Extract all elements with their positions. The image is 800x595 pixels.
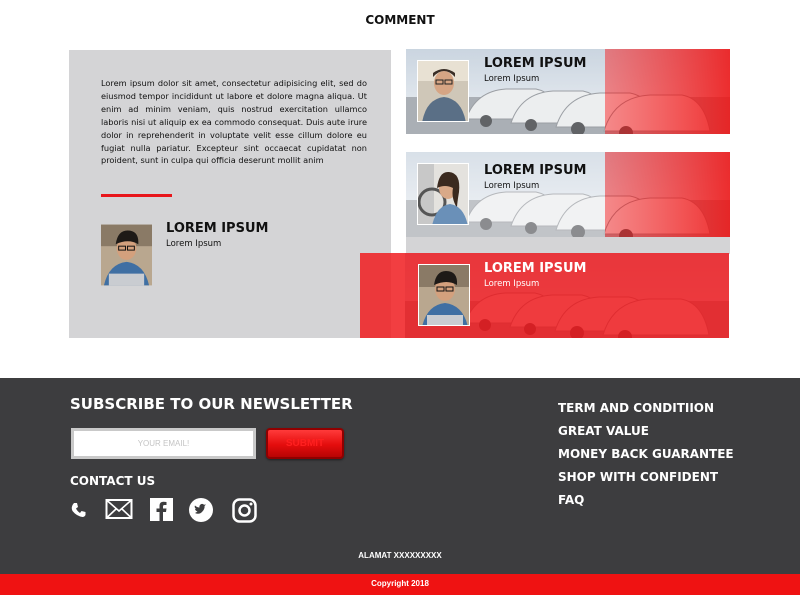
newsletter-title: SUBSCRIBE TO OUR NEWSLETTER xyxy=(70,395,353,413)
footer-links: TERM AND CONDITIION GREAT VALUE MONEY BA… xyxy=(558,400,734,515)
card-subtitle: Lorem Ipsum xyxy=(484,74,540,84)
contact-title: CONTACT US xyxy=(70,474,156,488)
comment-text: Lorem ipsum dolor sit amet, consectetur … xyxy=(101,78,367,166)
testimonial-card[interactable]: LOREM IPSUM Lorem Ipsum xyxy=(406,49,730,134)
mail-icon[interactable] xyxy=(105,498,133,520)
avatar xyxy=(101,224,152,286)
card-subtitle: Lorem Ipsum xyxy=(484,279,540,289)
avatar xyxy=(418,264,470,326)
link-faq[interactable]: FAQ xyxy=(558,492,734,515)
card-name: LOREM IPSUM xyxy=(484,261,587,276)
link-great-value[interactable]: GREAT VALUE xyxy=(558,423,734,446)
facebook-icon[interactable] xyxy=(150,498,173,521)
card-name: LOREM IPSUM xyxy=(484,163,587,178)
avatar xyxy=(417,60,469,122)
featured-comment-panel: Lorem ipsum dolor sit amet, consectetur … xyxy=(69,50,391,338)
address: ALAMAT XXXXXXXXX xyxy=(358,551,442,560)
link-terms[interactable]: TERM AND CONDITIION xyxy=(558,400,734,423)
testimonial-card-active[interactable]: LOREM IPSUM Lorem Ipsum xyxy=(360,253,729,338)
copyright-bar: Copyright 2018 xyxy=(0,574,800,595)
card-shadow-strip xyxy=(406,237,730,254)
avatar xyxy=(417,163,469,225)
section-title: COMMENT xyxy=(365,13,435,27)
commenter-name: LOREM IPSUM xyxy=(166,221,269,236)
card-subtitle: Lorem Ipsum xyxy=(484,181,540,191)
twitter-icon[interactable] xyxy=(189,498,213,522)
phone-icon[interactable] xyxy=(71,502,87,518)
card-name: LOREM IPSUM xyxy=(484,56,587,71)
submit-button[interactable]: SUBMIT xyxy=(266,428,344,459)
instagram-icon[interactable] xyxy=(232,498,257,523)
link-money-back[interactable]: MONEY BACK GUARANTEE xyxy=(558,446,734,469)
link-shop-confident[interactable]: SHOP WITH CONFIDENT xyxy=(558,469,734,492)
testimonial-card[interactable]: LOREM IPSUM Lorem Ipsum xyxy=(406,152,730,237)
email-input[interactable] xyxy=(71,428,256,459)
commenter-subtitle: Lorem Ipsum xyxy=(166,239,222,249)
footer: SUBSCRIBE TO OUR NEWSLETTER SUBMIT CONTA… xyxy=(0,378,800,574)
divider xyxy=(101,194,172,197)
